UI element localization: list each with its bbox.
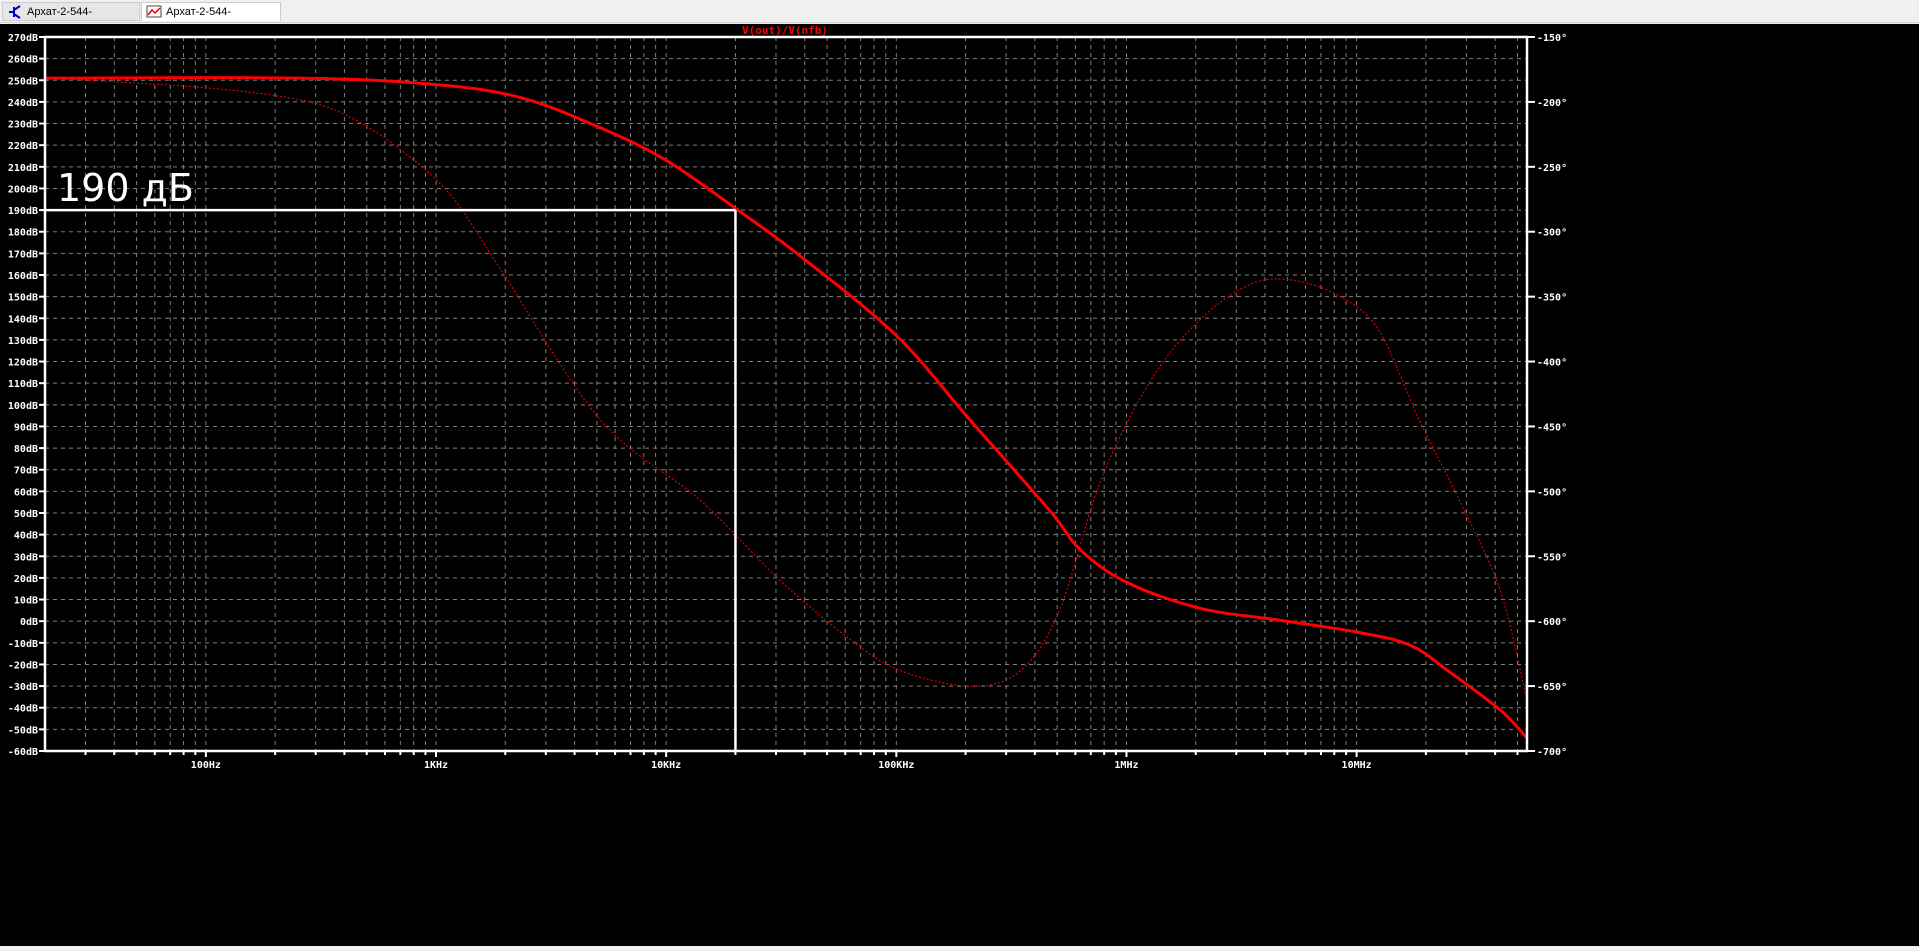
y2-tick-label: -250° bbox=[1537, 163, 1567, 174]
y-tick-label: 270dB bbox=[8, 33, 38, 44]
plot-frame bbox=[43, 35, 1529, 753]
y-tick-label: 130dB bbox=[8, 336, 38, 347]
y-tick-label: 50dB bbox=[14, 509, 38, 520]
y-tick-label: 60dB bbox=[14, 487, 38, 498]
y-tick-label: 190dB bbox=[8, 206, 38, 217]
waveform-icon bbox=[146, 5, 162, 18]
y-tick-label: 160dB bbox=[8, 271, 38, 282]
y-tick-label: 180dB bbox=[8, 228, 38, 239]
x-tick-label: 10MHz bbox=[1342, 760, 1372, 771]
y-tick-label: 240dB bbox=[8, 98, 38, 109]
y-tick-label: 230dB bbox=[8, 120, 38, 131]
y-tick-label: 120dB bbox=[8, 358, 38, 369]
grid bbox=[45, 37, 1527, 751]
y-tick-label: 260dB bbox=[8, 55, 38, 66]
y-tick-label: 100dB bbox=[8, 401, 38, 412]
y-tick-label: 70dB bbox=[14, 466, 38, 477]
y-tick-label: -50dB bbox=[8, 725, 38, 736]
y2-tick-label: -650° bbox=[1537, 682, 1567, 693]
y2-tick-label: -550° bbox=[1537, 552, 1567, 563]
bode-plot[interactable]: -60dB -50dB -40dB -30dB -20dB -10dB 0dB 10dB 20d… bbox=[0, 24, 1919, 946]
tab-waveform[interactable]: Архат-2-544-OLG.raw bbox=[141, 2, 281, 37]
y-tick-label: -60dB bbox=[8, 747, 38, 758]
y-tick-label: -20dB bbox=[8, 660, 38, 671]
y-tick-label: 80dB bbox=[14, 444, 38, 455]
x-tick-label: 1MHz bbox=[1114, 760, 1138, 771]
schematic-icon bbox=[9, 5, 21, 19]
y-tick-label: 140dB bbox=[8, 314, 38, 325]
y-tick-label: 30dB bbox=[14, 552, 38, 563]
y2-tick-label: -450° bbox=[1537, 422, 1567, 433]
tab-bar: Архат-2-544-OLG.asc Архат-2-544-OLG.raw bbox=[0, 0, 1919, 37]
x-tick-label: 1KHz bbox=[424, 760, 448, 771]
y-tick-label: 90dB bbox=[14, 422, 38, 433]
traces bbox=[44, 76, 1529, 740]
y-tick-label: -30dB bbox=[8, 682, 38, 693]
trace-title[interactable]: V(out)/V(nfb) bbox=[742, 24, 828, 37]
y2-tick-label: -300° bbox=[1537, 228, 1567, 239]
annotation-label: 190 дБ bbox=[57, 166, 194, 210]
y-tick-label: 220dB bbox=[8, 141, 38, 152]
y-tick-label: -40dB bbox=[8, 704, 38, 715]
y2-tick-label: -500° bbox=[1537, 487, 1567, 498]
y2-tick-label: -400° bbox=[1537, 358, 1567, 369]
y2-tick-label: -700° bbox=[1537, 747, 1567, 758]
y2-tick-label: -200° bbox=[1537, 98, 1567, 109]
y-tick-label: 110dB bbox=[8, 379, 38, 390]
y-tick-label: 250dB bbox=[8, 76, 38, 87]
y-tick-label: 20dB bbox=[14, 574, 38, 585]
plot-pane[interactable]: -60dB -50dB -40dB -30dB -20dB -10dB 0dB 10dB 20d… bbox=[0, 24, 1919, 946]
y2-tick-label: -600° bbox=[1537, 617, 1567, 628]
y-tick-label: 200dB bbox=[8, 184, 38, 195]
y-tick-label: 170dB bbox=[8, 249, 38, 260]
phase-trace bbox=[44, 77, 1528, 701]
x-tick-label: 10KHz bbox=[651, 760, 681, 771]
x-tick-label: 100KHz bbox=[878, 760, 914, 771]
y-tick-label: 40dB bbox=[14, 531, 38, 542]
y-tick-label: -10dB bbox=[8, 639, 38, 650]
y2-tick-label: -150° bbox=[1537, 33, 1567, 44]
x-tick-label: 100Hz bbox=[191, 760, 221, 771]
magnitude-trace bbox=[44, 76, 1529, 740]
y-tick-label: 10dB bbox=[14, 596, 38, 607]
y-tick-label: 210dB bbox=[8, 163, 38, 174]
tab-schematic[interactable]: Архат-2-544-OLG.asc bbox=[2, 2, 140, 37]
y-tick-label: 0dB bbox=[20, 617, 38, 628]
y2-tick-label: -350° bbox=[1537, 293, 1567, 304]
tick-labels: -60dB -50dB -40dB -30dB -20dB -10dB 0dB 10dB 20d… bbox=[8, 33, 1567, 771]
y-tick-label: 150dB bbox=[8, 293, 38, 304]
